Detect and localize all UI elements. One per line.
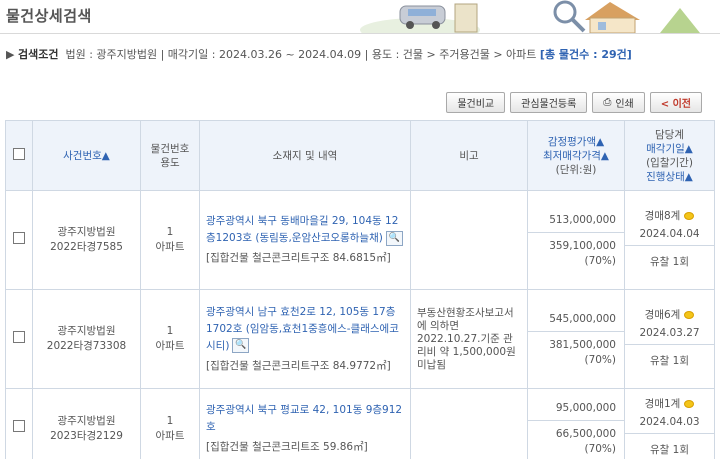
price-cell: 545,000,000 381,500,000 (70%) [527, 289, 625, 389]
progress-status: 유찰 1회 [650, 444, 689, 456]
row-select-cell [5, 388, 33, 459]
price-cell: 513,000,000 359,100,000 (70%) [527, 190, 625, 290]
court-name: 광주지방법원 [57, 325, 116, 337]
price-header[interactable]: 감정평가액▲ 최저매각가격▲ (단위:원) [527, 120, 625, 191]
min-rate: (70%) [584, 443, 616, 455]
address-link[interactable]: 광주광역시 북구 동배마을길 29, 104동 12층1203호 (동림동,운암… [206, 215, 398, 244]
case-cell[interactable]: 광주지방법원 2022타경7585 [32, 190, 141, 290]
map-search-icon[interactable]: 🔍 [232, 338, 250, 353]
search-conditions: ▶ 검색조건 법원 : 광주지방법원 | 매각기일 : 2024.03.26 ~… [6, 45, 712, 65]
print-button-label: 인쇄 [615, 99, 634, 110]
coin-icon [684, 211, 695, 220]
select-all-checkbox[interactable] [13, 147, 25, 160]
item-use: 아파트 [155, 340, 185, 352]
address-cell: 광주광역시 북구 동배마을길 29, 104동 12층1203호 (동림동,운암… [199, 190, 411, 290]
structure-text: [집합건물 철근콘크리트구조 84.6815㎡] [206, 252, 391, 264]
address-cell: 광주광역시 남구 효천2로 12, 105동 17층1702호 (임암동,효천1… [199, 289, 411, 389]
row-select-cell [5, 190, 33, 290]
auction-date: 2024.04.03 [625, 413, 714, 434]
status-cell: 경매8계 2024.04.04 유찰 1회 [624, 190, 715, 290]
toolbar: 물건비교 관심물건등록 ⎙ 인쇄 < 이전 [446, 92, 702, 113]
address-cell: 광주광역시 북구 평교로 42, 101동 9층912호 [집합건물 철근콘크리… [199, 388, 411, 459]
item-no-header: 물건번호 용도 [140, 120, 200, 191]
table-row[interactable]: 광주지방법원 2022타경7585 1 아파트 광주광역시 북구 동배마을길 2… [5, 190, 715, 290]
item-cell: 1 아파트 [140, 289, 200, 389]
min-price: 359,100,000 [549, 239, 616, 252]
printer-icon: ⎙ [603, 97, 612, 108]
min-price: 381,500,000 [549, 338, 616, 351]
case-number[interactable]: 2023타경2129 [33, 429, 140, 444]
dept-label: 경매1계 [644, 398, 681, 410]
map-search-icon[interactable]: 🔍 [385, 230, 403, 246]
row-checkbox[interactable] [13, 330, 25, 343]
structure-text: [집합건물 철근콘크리트구조 84.9772㎡] [206, 359, 391, 372]
structure-text: [집합건물 철근콘크리트조 59.86㎡] [206, 440, 368, 453]
case-number[interactable]: 2022타경7585 [33, 240, 140, 255]
item-number: 1 [166, 226, 174, 238]
progress-status: 유찰 1회 [650, 255, 689, 268]
case-cell[interactable]: 광주지방법원 2022타경73308 [32, 289, 141, 389]
auction-date: 2024.03.27 [625, 324, 714, 345]
row-checkbox[interactable] [13, 231, 25, 244]
print-button[interactable]: ⎙ 인쇄 [592, 92, 645, 113]
coin-icon [684, 310, 695, 319]
note-cell: 부동산현황조사보고서에 의하면 2022.10.27.기준 관리비 약 1,50… [410, 289, 528, 389]
item-use: 아파트 [155, 429, 185, 442]
price-cell: 95,000,000 66,500,000 (70%) [527, 388, 625, 459]
case-number[interactable]: 2022타경73308 [33, 339, 140, 354]
status-cell: 경매1계 2024.04.03 유찰 1회 [624, 388, 715, 459]
appraisal-value: 95,000,000 [528, 396, 624, 421]
results-table: 사건번호▲ 물건번호 용도 소재지 및 내역 비고 감정평가액▲ 최저매각가격▲ (단… [5, 120, 715, 459]
dept-label: 경매6계 [644, 308, 681, 321]
page-title: 물건상세검색 [6, 7, 92, 25]
progress-status: 유찰 1회 [650, 354, 689, 367]
title-bar: 물건상세검색 [0, 0, 720, 34]
note-cell [410, 388, 528, 459]
table-row[interactable]: 광주지방법원 2023타경2129 1 아파트 광주광역시 북구 평교로 42,… [5, 388, 715, 459]
appraisal-value: 513,000,000 [528, 208, 624, 233]
interest-register-button[interactable]: 관심물건등록 [510, 92, 588, 113]
appraisal-value: 545,000,000 [528, 307, 624, 332]
search-conditions-icon: ▶ [6, 48, 15, 61]
search-conditions-text: 법원 : 광주지방법원 | 매각기일 : 2024.03.26 ~ 2024.0… [65, 48, 537, 61]
select-all-header [5, 120, 33, 191]
item-use: 아파트 [155, 241, 185, 253]
item-cell: 1 아파트 [140, 388, 200, 459]
table-row[interactable]: 광주지방법원 2022타경73308 1 아파트 광주광역시 남구 효천2로 1… [5, 289, 715, 389]
row-select-cell [5, 289, 33, 389]
compare-button[interactable]: 물건비교 [446, 92, 506, 113]
header-banner-illustration [360, 0, 720, 33]
item-number: 1 [166, 414, 174, 427]
min-rate: (70%) [584, 254, 616, 267]
min-price: 66,500,000 [555, 428, 616, 440]
dept-label: 경매8계 [644, 209, 681, 222]
court-name: 광주지방법원 [57, 414, 116, 427]
court-name: 광주지방법원 [57, 226, 116, 238]
status-cell: 경매6계 2024.03.27 유찰 1회 [624, 289, 715, 389]
item-number: 1 [166, 325, 174, 337]
coin-icon [684, 400, 695, 408]
item-cell: 1 아파트 [140, 190, 200, 290]
min-rate: (70%) [584, 353, 616, 366]
auction-date: 2024.04.04 [625, 225, 714, 246]
row-checkbox[interactable] [13, 420, 25, 432]
total-count: [총 물건수 : 29건] [539, 48, 632, 61]
note-header: 비고 [410, 120, 528, 191]
address-header: 소재지 및 내역 [199, 120, 411, 191]
case-no-header[interactable]: 사건번호▲ [32, 120, 141, 191]
search-conditions-label: 검색조건 [17, 48, 59, 61]
prev-button[interactable]: < 이전 [649, 92, 702, 113]
table-header-row: 사건번호▲ 물건번호 용도 소재지 및 내역 비고 감정평가액▲ 최저매각가격▲ (단… [5, 120, 715, 191]
address-link[interactable]: 광주광역시 북구 평교로 42, 101동 9층912호 [206, 404, 402, 433]
note-cell [410, 190, 528, 290]
case-cell[interactable]: 광주지방법원 2023타경2129 [32, 388, 141, 459]
status-header[interactable]: 담당계 매각기일▲ (입찰기간) 진행상태▲ [624, 120, 715, 191]
